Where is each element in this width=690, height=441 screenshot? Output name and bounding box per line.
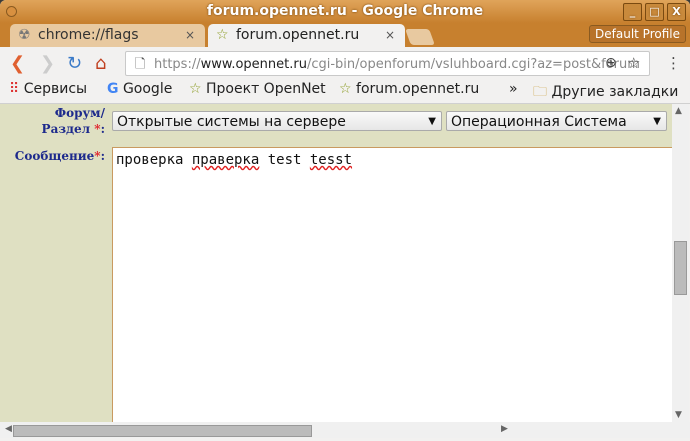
forum-select[interactable]: Открытые системы на сервере ▼ [112,111,442,131]
message-label: Сообщение*: [14,149,105,163]
bookmark-google[interactable]: G Google [107,81,172,97]
reload-icon[interactable]: ↻ [67,53,82,74]
window-title: forum.opennet.ru - Google Chrome [206,3,484,19]
bookmark-star-icon[interactable]: ☆ [627,54,640,72]
url-path: /cgi-bin/openforum/vsluhboard.cgi?az=pos… [306,57,640,72]
select-value: Открытые системы на сервере [117,114,346,130]
word: проверка [116,152,192,168]
home-icon[interactable]: ⌂ [95,53,106,74]
bookmark-label: Сервисы [23,81,88,97]
tab-label: chrome://flags [38,27,139,43]
scroll-up-icon[interactable]: ▲ [675,106,682,116]
message-textarea[interactable]: проверка праверка test tesst [112,147,672,422]
bookmarks-bar: ⠿ Сервисы G Google ☆ Проект OpenNet ☆ fo… [0,80,690,104]
address-bar[interactable]: 🗋 https://www.opennet.ru/cgi-bin/openfor… [125,51,650,76]
other-bookmarks[interactable]: 🗀 Другие закладки [533,81,678,105]
horizontal-scroll-thumb[interactable] [13,425,312,437]
minimize-button[interactable]: _ [623,3,642,21]
section-select[interactable]: Операционная Система ▼ [446,111,667,131]
window-menu-icon[interactable] [6,6,17,17]
bookmark-label: Проект OpenNet [206,81,326,97]
zoom-icon[interactable]: ⊕ [605,55,617,71]
misspelled-word: tesst [309,152,353,168]
forum-label: Форум/ [54,106,105,120]
vertical-scroll-thumb[interactable] [674,241,687,295]
close-tab-icon[interactable]: × [385,24,395,47]
tab-label: forum.opennet.ru [236,27,360,43]
menu-icon[interactable]: ⋮ [666,54,681,72]
bookmarks-overflow[interactable]: » [509,81,518,97]
forward-icon[interactable]: ❯ [40,53,55,74]
url-host: www.opennet.ru [200,57,307,72]
url-scheme: https:// [154,57,201,72]
select-value: Операционная Система [451,114,627,130]
star-icon: ☆ [339,81,352,97]
bookmark-forum[interactable]: ☆ forum.opennet.ru [339,81,479,97]
scroll-right-icon[interactable]: ▶ [501,424,508,434]
new-tab-button[interactable] [405,29,435,45]
bookmark-label: Другие закладки [551,84,679,100]
google-icon: G [107,81,119,97]
maximize-button[interactable]: □ [645,3,664,21]
scroll-left-icon[interactable]: ◀ [5,424,12,434]
dropdown-arrow-icon: ▼ [653,116,661,127]
back-icon[interactable]: ❮ [10,53,25,74]
word: test [259,152,310,168]
toolbar: ❮ ❯ ↻ ⌂ 🗋 https://www.opennet.ru/cgi-bin… [0,47,690,80]
dropdown-arrow-icon: ▼ [428,116,436,127]
close-button[interactable]: X [667,3,686,21]
radiation-icon: ☢ [18,27,31,43]
bookmark-opennet[interactable]: ☆ Проект OpenNet [189,81,327,97]
close-tab-icon[interactable]: × [185,24,195,47]
title-bar: forum.opennet.ru - Google Chrome _ □ X [0,0,690,23]
required-mark: * [94,122,101,136]
forum-section-label: Форум/ Раздел *: [41,106,105,136]
profile-button[interactable]: Default Profile [589,25,686,43]
apps-icon: ⠿ [9,81,20,97]
page-icon: 🗋 [135,57,146,72]
bookmark-label: Google [122,81,173,97]
star-icon: ☆ [189,81,202,97]
browser-window: forum.opennet.ru - Google Chrome _ □ X ☢… [0,0,690,441]
message-label-text: Сообщение [14,149,95,163]
star-icon: ☆ [216,27,229,43]
bookmark-label: forum.opennet.ru [356,81,479,97]
page-content: Форум/ Раздел *: Открытые системы на сер… [0,104,672,422]
horizontal-scrollbar[interactable]: ◀ ▶ [0,422,690,438]
section-label: Раздел [41,122,95,136]
vertical-scrollbar[interactable]: ▲ ▼ [672,104,689,422]
tab-forum[interactable]: ☆ forum.opennet.ru × [208,24,405,47]
scroll-down-icon[interactable]: ▼ [675,410,682,420]
required-mark: * [94,149,101,163]
bookmark-apps[interactable]: ⠿ Сервисы [9,81,87,97]
folder-icon: 🗀 [533,84,547,100]
tab-chrome-flags[interactable]: ☢ chrome://flags × [10,24,205,47]
tab-strip: ☢ chrome://flags × ☆ forum.opennet.ru × … [0,23,690,47]
misspelled-word: праверка [191,152,260,168]
